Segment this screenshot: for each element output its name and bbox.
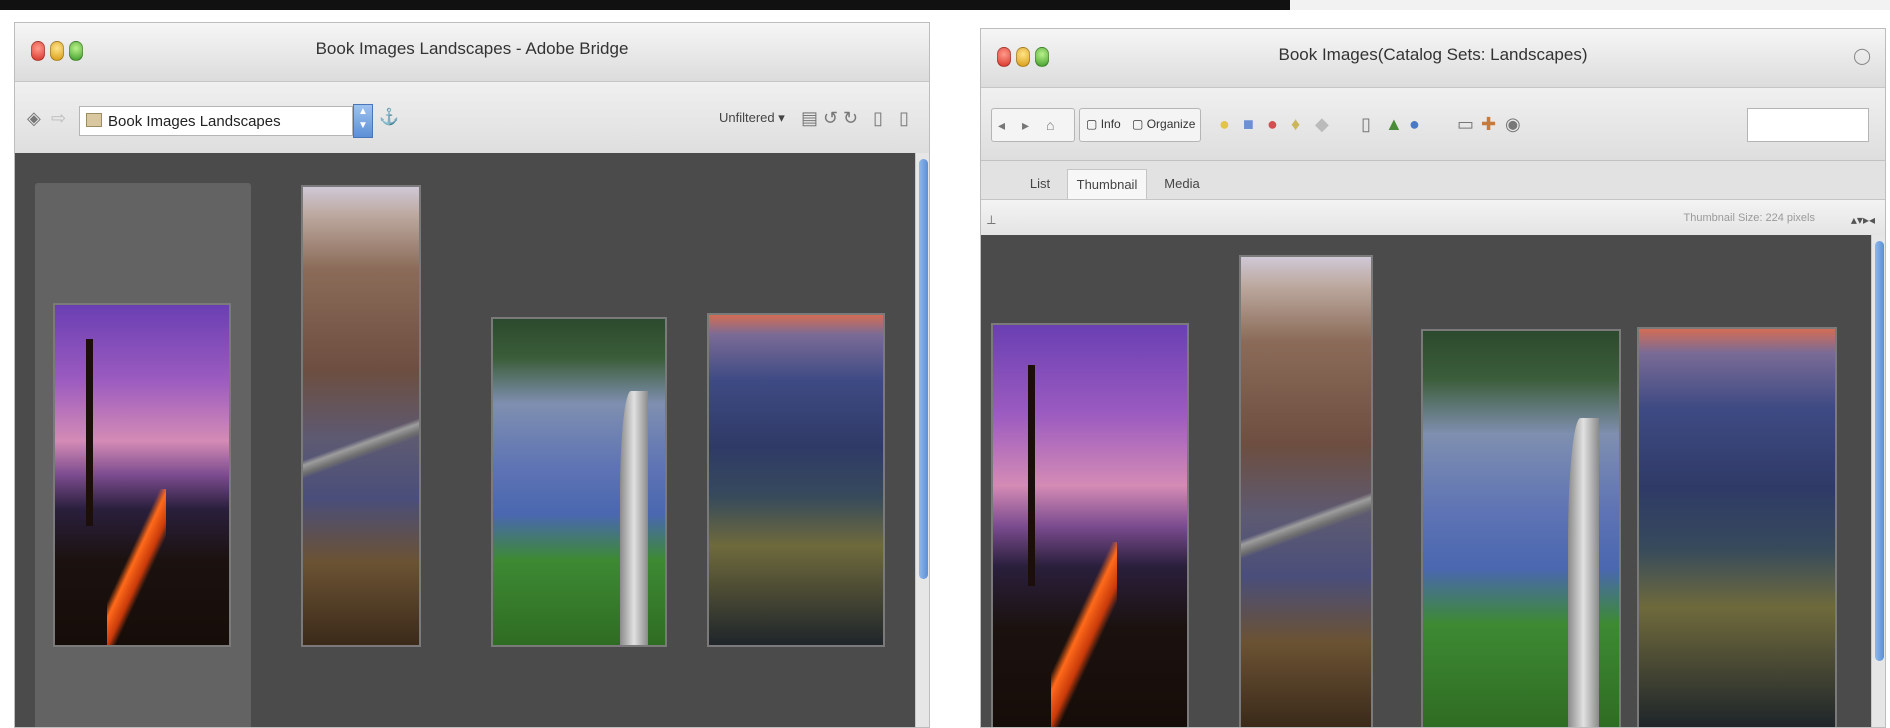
left-window-title: Book Images Landscapes - Adobe Bridge — [315, 39, 629, 58]
tag-icon[interactable]: ◆ — [1315, 114, 1329, 134]
screen-top-border — [0, 0, 1890, 10]
path-stepper-icon[interactable]: ▲ ▼ — [353, 104, 373, 138]
thumbnail-night-city[interactable] — [707, 313, 885, 647]
delete-icon[interactable]: ▯ — [873, 108, 883, 128]
view-tabs: List Thumbnail Media — [981, 161, 1885, 200]
left-toolbar: ◈ ⇨ Book Images Landscapes ▲ ▼ ⚓ Unfilter… — [15, 82, 929, 155]
trash-icon[interactable]: ▯ — [899, 108, 909, 128]
thumbnail-bridge-sunset[interactable] — [991, 323, 1189, 727]
info-icon: ▢ — [1086, 117, 1098, 131]
filter-label: Unfiltered — [719, 110, 775, 125]
info-button-label: Info — [1100, 117, 1121, 131]
back-icon[interactable]: ◈ — [27, 108, 41, 128]
tab-media[interactable]: Media — [1149, 169, 1215, 199]
folder-icon — [86, 113, 102, 127]
reveal-icon[interactable]: ⚓ — [379, 108, 399, 128]
share-icon[interactable]: ✚ — [1481, 114, 1496, 134]
catalog-window: Book Images(Catalog Sets: Landscapes) ◯ … — [980, 28, 1886, 728]
rotate-right-icon[interactable]: ↻ — [843, 108, 858, 128]
right-titlebar: Book Images(Catalog Sets: Landscapes) ◯ — [981, 29, 1885, 88]
search-input[interactable] — [1747, 108, 1869, 142]
pin-icon: ⟂ — [987, 212, 996, 227]
path-dropdown[interactable]: Book Images Landscapes — [79, 106, 353, 136]
forward-icon[interactable]: ⇨ — [51, 108, 66, 128]
new-folder-icon[interactable]: ▤ — [801, 108, 818, 128]
thumbnail-size-label: Thumbnail Size: 224 pixels — [1683, 212, 1815, 224]
right-toolbar: ◂ ▸ ⌂ ▢ Info ▢ Organize ● ■ ● ♦ ◆ ▯ ▲ ● … — [981, 88, 1885, 161]
rotate-left-icon[interactable]: ↺ — [823, 108, 838, 128]
right-vertical-scrollbar[interactable] — [1871, 235, 1885, 727]
right-thumbnail-grid — [981, 235, 1871, 727]
info-button[interactable]: ▢ Info — [1086, 117, 1121, 131]
path-label: Book Images Landscapes — [108, 113, 281, 130]
right-scroll-thumb[interactable] — [1875, 241, 1884, 661]
left-scroll-thumb[interactable] — [919, 159, 928, 579]
adobe-bridge-window: Book Images Landscapes - Adobe Bridge ◈ … — [14, 22, 930, 728]
tab-list[interactable]: List — [1005, 169, 1075, 199]
right-window-title: Book Images(Catalog Sets: Landscapes) — [1278, 45, 1588, 64]
thumbnail-highway-river[interactable] — [491, 317, 667, 647]
top-border-light-cap — [1290, 0, 1890, 10]
chevron-down-icon: ▾ — [778, 110, 785, 125]
thumbnail-city-bridge[interactable] — [301, 185, 421, 647]
home-icon[interactable]: ⌂ — [1046, 115, 1054, 135]
view-buttons-group: ▢ Info ▢ Organize — [1079, 108, 1201, 142]
print-icon[interactable]: ▭ — [1457, 114, 1474, 134]
stop-icon[interactable]: ● — [1267, 114, 1278, 134]
organize-button-label: Organize — [1146, 117, 1196, 131]
filter-dropdown[interactable]: Unfiltered ▾ — [719, 110, 785, 126]
thumbnail-city-bridge[interactable] — [1239, 255, 1373, 727]
organize-icon: ▢ — [1132, 117, 1144, 131]
thumbnail-status-row: ⟂ Thumbnail Size: 224 pixels ▴▾▸◂ — [981, 200, 1885, 239]
book-icon[interactable]: ■ — [1243, 114, 1254, 134]
chart-icon[interactable]: ▲ — [1385, 114, 1403, 134]
thumbnail-night-city[interactable] — [1637, 327, 1837, 727]
thumbnail-highway-river[interactable] — [1421, 329, 1621, 727]
document-icon[interactable]: ▯ — [1361, 114, 1371, 134]
left-vertical-scrollbar[interactable] — [915, 153, 929, 727]
organize-button[interactable]: ▢ Organize — [1132, 117, 1195, 131]
left-thumbnail-grid: ..... — [15, 153, 915, 727]
navigation-group: ◂ ▸ ⌂ — [991, 108, 1075, 142]
drop-icon[interactable]: ● — [1409, 114, 1420, 134]
left-titlebar: Book Images Landscapes - Adobe Bridge — [15, 23, 929, 82]
forward-icon[interactable]: ▸ — [1022, 115, 1029, 135]
tab-thumbnail[interactable]: Thumbnail — [1067, 169, 1147, 199]
thumbnail-bridge-sunset[interactable] — [53, 303, 231, 647]
lightbulb-icon[interactable]: ● — [1219, 114, 1230, 134]
size-controls-icon[interactable]: ▴▾▸◂ — [1851, 210, 1875, 230]
web-icon[interactable]: ◉ — [1505, 114, 1521, 134]
toolbar-toggle-icon[interactable]: ◯ — [1853, 47, 1871, 67]
pin-icon[interactable]: ♦ — [1291, 114, 1300, 134]
back-icon[interactable]: ◂ — [998, 115, 1005, 135]
